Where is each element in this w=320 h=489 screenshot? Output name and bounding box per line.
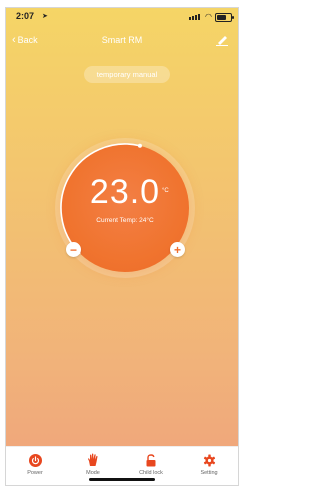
tab-child-lock[interactable]: Child lock	[127, 447, 175, 476]
location-arrow-icon: ➤	[42, 13, 48, 20]
bottom-tab-bar: Power Mode Child lock Setting	[6, 446, 238, 485]
battery-icon	[215, 13, 234, 22]
plus-icon: +	[173, 242, 181, 257]
tab-setting[interactable]: Setting	[185, 447, 233, 476]
nav-bar: ‹ Back Smart RM	[6, 32, 238, 50]
decrease-button[interactable]: −	[66, 242, 81, 257]
current-temperature: Current Temp: 24°C	[96, 217, 154, 224]
tab-power-label: Power	[27, 470, 43, 476]
tab-setting-label: Setting	[200, 470, 218, 476]
tab-mode[interactable]: Mode	[69, 447, 117, 476]
tab-child-lock-label: Child lock	[139, 470, 163, 476]
set-temperature: 23.0	[89, 173, 161, 211]
status-time: 2:07	[16, 11, 35, 21]
tab-power[interactable]: Power	[11, 447, 59, 476]
home-indicator	[89, 478, 155, 481]
page-title: Smart RM	[101, 35, 143, 45]
lock-icon	[146, 453, 156, 466]
power-icon	[28, 453, 42, 467]
temperature-dial[interactable]: 23.0 °C Current Temp: 24°C − +	[60, 143, 189, 272]
gear-icon	[203, 454, 215, 466]
signal-icon	[189, 14, 200, 20]
minus-icon: −	[69, 242, 77, 257]
app-screen: 2:07 ➤ ◠ ‹ Back Smart RM temporary manua…	[5, 7, 239, 486]
increase-button[interactable]: +	[170, 242, 185, 257]
status-bar: 2:07 ➤ ◠	[6, 8, 238, 28]
tab-mode-label: Mode	[86, 470, 100, 476]
temperature-unit: °C	[162, 188, 169, 194]
mode-pill[interactable]: temporary manual	[84, 66, 170, 83]
edit-icon[interactable]	[215, 34, 229, 46]
hand-icon	[88, 453, 98, 466]
wifi-icon: ◠	[205, 12, 212, 21]
